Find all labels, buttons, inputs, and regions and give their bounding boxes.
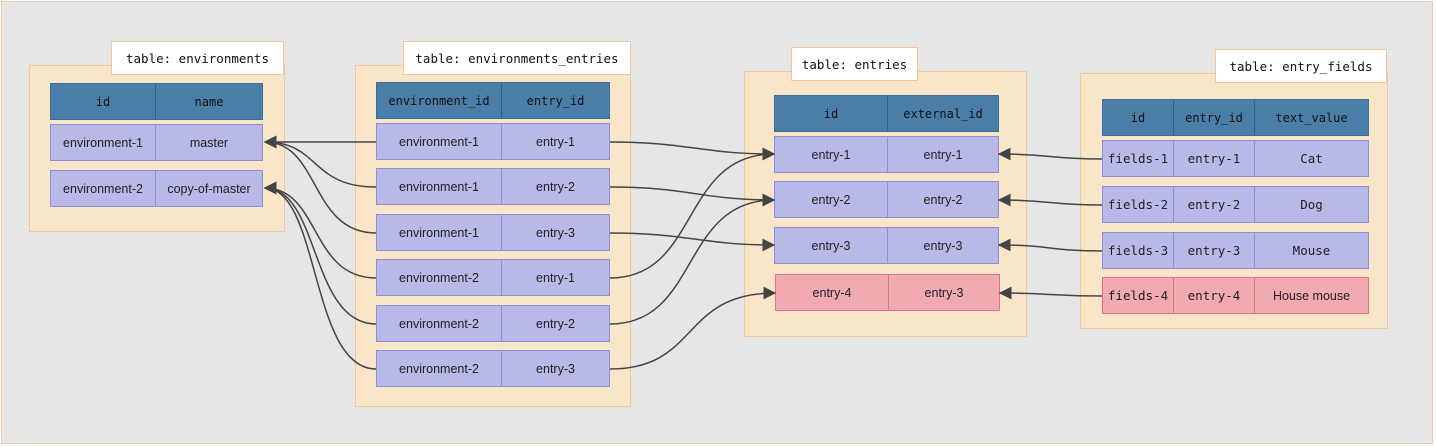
connector-env-entry-5-to-environment xyxy=(263,181,377,325)
connector-field-2-to-entry xyxy=(997,193,1103,207)
connector-env-entry-6-to-entry xyxy=(609,286,777,370)
connector-env-entry-2-to-entry xyxy=(609,186,776,207)
relationship-connectors xyxy=(263,135,1103,370)
connector-env-entry-6-to-environment xyxy=(263,181,377,370)
connector-env-entry-5-to-entry xyxy=(609,193,776,325)
connector-field-3-to-entry xyxy=(997,238,1103,252)
connector-env-entry-2-to-environment xyxy=(263,135,377,188)
connector-env-entry-4-to-environment xyxy=(263,181,377,279)
connector-env-entry-3-to-entry xyxy=(609,232,776,252)
connector-env-entry-3-to-environment xyxy=(263,135,377,234)
connector-field-4-to-entry xyxy=(998,286,1103,300)
connector-field-1-to-entry xyxy=(997,147,1103,161)
connector-env-entry-1-to-entry xyxy=(609,141,776,161)
